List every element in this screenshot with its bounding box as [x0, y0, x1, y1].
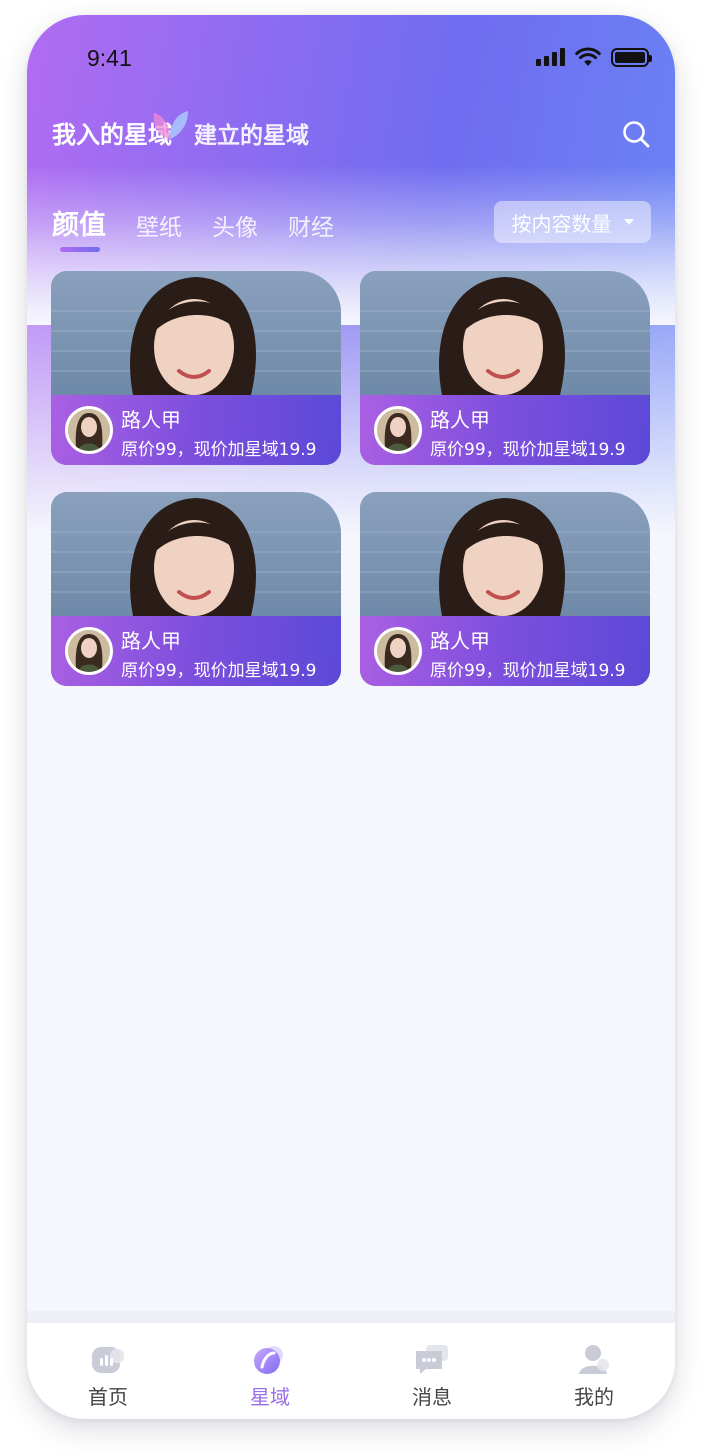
message-icon — [416, 1345, 448, 1374]
tab-joined-domains[interactable]: 我入的星域 — [52, 111, 188, 150]
card-name: 路人甲 — [430, 629, 490, 653]
bottom-tab-bar: 首页 星域 消息 我的 — [27, 1323, 675, 1419]
sort-label: 按内容数量 — [511, 211, 612, 236]
status-bar: 9:41 — [27, 15, 675, 95]
category-tab-yanzhi[interactable]: 颜值 — [52, 203, 106, 252]
battery-icon — [611, 47, 652, 67]
card-price: 原价99，现价加星域19.9 — [430, 661, 626, 681]
planet-icon — [254, 1346, 283, 1374]
tab-messages[interactable]: 消息 — [351, 1323, 513, 1419]
profile-icon — [579, 1345, 609, 1374]
card-info-bar: 路人甲 原价99，现价加星域19.9 — [360, 616, 650, 686]
tab-profile[interactable]: 我的 — [513, 1323, 675, 1419]
card-info-bar: 路人甲 原价99，现价加星域19.9 — [51, 395, 341, 465]
phone-screen: 9:41 我入的星域 建立的星域 颜值 壁纸 头像 财经 按内容数量 路人甲 原… — [27, 15, 675, 1419]
home-icon — [92, 1347, 124, 1373]
card-info-bar: 路人甲 原价99，现价加星域19.9 — [51, 616, 341, 686]
domain-card[interactable]: 路人甲 原价99，现价加星域19.9 — [360, 271, 650, 465]
sort-dropdown[interactable]: 按内容数量 — [494, 201, 651, 243]
caret-down-icon — [623, 219, 634, 225]
card-price: 原价99，现价加星域19.9 — [430, 440, 626, 460]
category-tab-finance[interactable]: 财经 — [288, 208, 334, 242]
card-info-bar: 路人甲 原价99，现价加星域19.9 — [360, 395, 650, 465]
search-icon[interactable] — [621, 119, 651, 149]
wifi-icon — [575, 47, 601, 66]
card-name: 路人甲 — [430, 408, 490, 432]
avatar — [65, 627, 113, 675]
card-price: 原价99，现价加星域19.9 — [121, 661, 317, 681]
card-name: 路人甲 — [121, 408, 181, 432]
avatar — [374, 406, 422, 454]
signal-icon — [536, 48, 565, 66]
card-price: 原价99，现价加星域19.9 — [121, 440, 317, 460]
tab-profile-label: 我的 — [574, 1385, 614, 1409]
tabbar-divider — [27, 1311, 675, 1323]
card-name: 路人甲 — [121, 629, 181, 653]
avatar — [65, 406, 113, 454]
status-icons — [536, 47, 652, 67]
category-tab-avatar[interactable]: 头像 — [212, 208, 258, 242]
domain-card-grid: 路人甲 原价99，现价加星域19.9 路人甲 原价99，现价加星域19.9 路人… — [51, 271, 651, 686]
star-domain-tabs: 我入的星域 建立的星域 — [52, 111, 309, 150]
category-tab-wallpaper[interactable]: 壁纸 — [136, 208, 182, 242]
status-time: 9:41 — [87, 45, 132, 71]
butterfly-icon — [153, 111, 188, 139]
domain-card[interactable]: 路人甲 原价99，现价加星域19.9 — [360, 492, 650, 686]
tab-created-domains[interactable]: 建立的星域 — [194, 116, 309, 150]
domain-card[interactable]: 路人甲 原价99，现价加星域19.9 — [51, 271, 341, 465]
tab-home[interactable]: 首页 — [27, 1323, 189, 1419]
avatar — [374, 627, 422, 675]
tab-star-domain-label: 星域 — [250, 1385, 290, 1409]
domain-card[interactable]: 路人甲 原价99，现价加星域19.9 — [51, 492, 341, 686]
tab-messages-label: 消息 — [412, 1385, 452, 1409]
category-tabs: 颜值 壁纸 头像 财经 — [52, 203, 334, 252]
tab-home-label: 首页 — [88, 1385, 128, 1409]
tab-star-domain[interactable]: 星域 — [189, 1323, 351, 1419]
